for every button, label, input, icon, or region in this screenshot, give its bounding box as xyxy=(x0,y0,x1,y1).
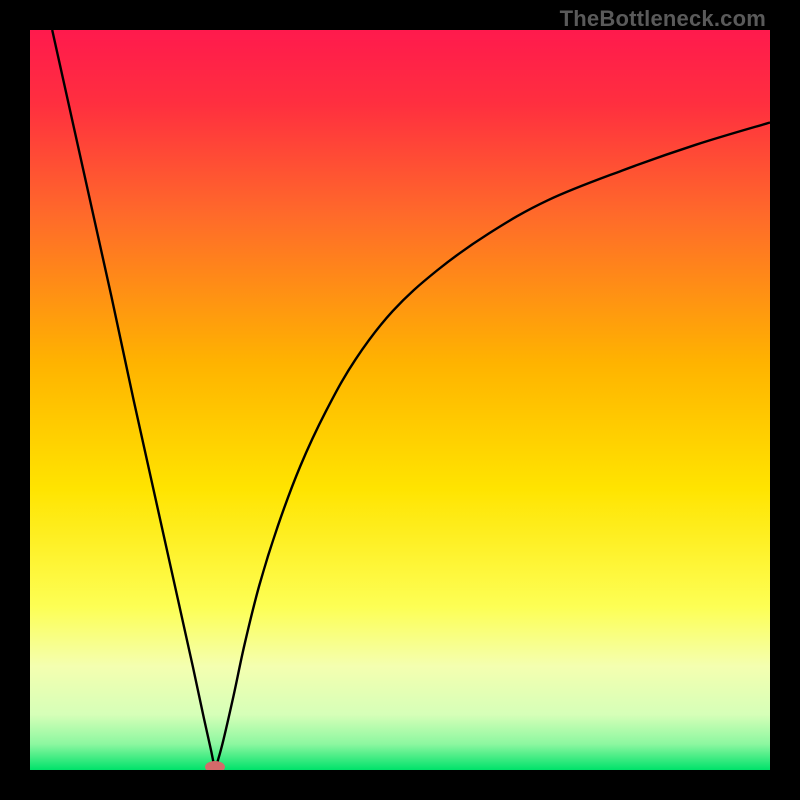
watermark-text: TheBottleneck.com xyxy=(560,6,766,32)
plot-area xyxy=(30,30,770,770)
chart-frame: TheBottleneck.com xyxy=(0,0,800,800)
minimum-marker xyxy=(205,761,225,770)
bottleneck-curve xyxy=(30,30,770,770)
